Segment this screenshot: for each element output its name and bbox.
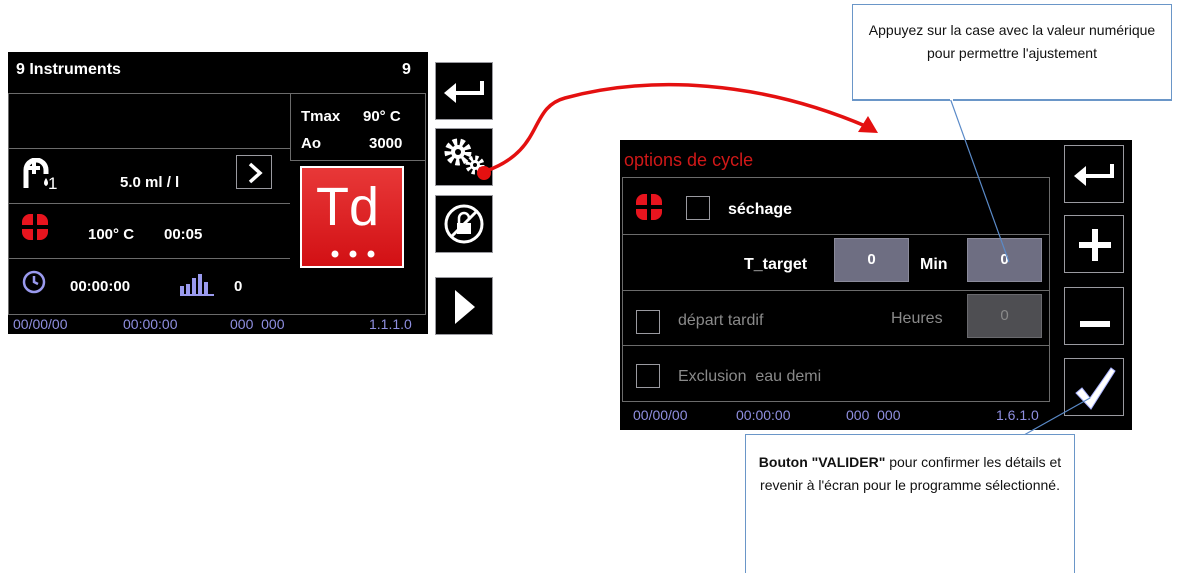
callout-validate: Bouton "VALIDER" pour confirmer les déta… (745, 434, 1075, 573)
callout-adjust-value: Appuyez sur la case avec la valeur numér… (852, 4, 1172, 100)
callout-adjust-underline-right (953, 99, 1172, 101)
callout-adjust-text: Appuyez sur la case avec la valeur numér… (868, 22, 1156, 61)
callout-validate-bold: Bouton "VALIDER" (758, 454, 886, 470)
callout-adjust-underline (852, 99, 950, 101)
